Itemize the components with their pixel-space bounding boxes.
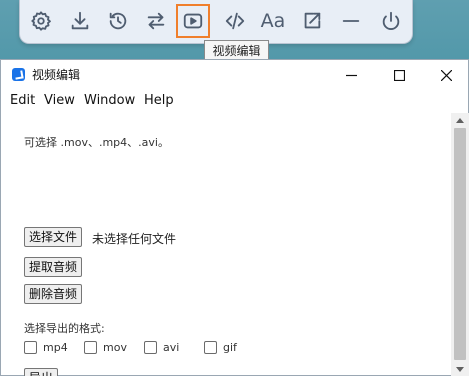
menu-window[interactable]: Window (84, 93, 135, 108)
font-icon-label: Aa (260, 10, 286, 32)
vertical-scrollbar[interactable] (451, 113, 469, 376)
checkbox[interactable] (84, 340, 97, 354)
maximize-button[interactable] (376, 60, 422, 90)
video-editor-window: 视频编辑 Edit View Window Help 可选择 .mov、.mp4… (0, 59, 469, 376)
window-title: 视频编辑 (32, 68, 81, 82)
formats-hint: 可选择 .mov、.mp4、.avi。 (24, 136, 169, 149)
export-format-label: 选择导出的格式: (24, 322, 105, 335)
checkbox-label: mov (103, 340, 127, 354)
checkbox[interactable] (24, 340, 37, 354)
remove-audio-button[interactable]: 删除音频 (24, 284, 83, 304)
scrollbar-thumb[interactable] (454, 128, 466, 360)
minimize-icon (345, 74, 357, 76)
menu-view[interactable]: View (44, 93, 75, 108)
close-icon (440, 69, 452, 81)
history-icon[interactable] (101, 4, 135, 38)
scroll-down-arrow-icon[interactable] (451, 362, 469, 376)
gear-icon[interactable] (24, 4, 58, 38)
scroll-up-arrow-icon[interactable] (451, 113, 469, 127)
menu-bar: Edit View Window Help (1, 91, 468, 113)
checkbox-label: gif (223, 340, 237, 354)
swap-arrows-icon[interactable] (139, 4, 173, 38)
font-icon[interactable]: Aa (256, 4, 290, 38)
minus-icon[interactable] (334, 4, 368, 38)
extract-audio-button[interactable]: 提取音频 (24, 257, 83, 277)
export-button[interactable]: 导出 (24, 368, 59, 376)
format-option-mov[interactable]: mov (84, 339, 127, 355)
floating-toolbar: Aa (19, 0, 413, 44)
menu-help[interactable]: Help (144, 93, 174, 108)
choose-file-button[interactable]: 选择文件 (24, 227, 83, 247)
code-icon[interactable] (218, 4, 252, 38)
close-button[interactable] (423, 60, 469, 90)
share-icon[interactable] (295, 4, 329, 38)
play-video-icon[interactable] (176, 4, 210, 38)
checkbox[interactable] (144, 340, 157, 354)
maximize-icon (393, 69, 405, 81)
format-option-avi[interactable]: avi (144, 339, 179, 355)
format-option-mp4[interactable]: mp4 (24, 339, 68, 355)
checkbox-label: avi (163, 340, 180, 354)
download-icon[interactable] (63, 4, 97, 38)
title-bar[interactable]: 视频编辑 (1, 60, 468, 90)
minimize-button[interactable] (328, 60, 374, 90)
content-area: 可选择 .mov、.mp4、.avi。 选择文件 未选择任何文件 提取音频 删除… (1, 113, 450, 376)
format-option-gif[interactable]: gif (204, 339, 237, 355)
power-icon[interactable] (374, 4, 408, 38)
menu-edit[interactable]: Edit (10, 93, 35, 108)
checkbox[interactable] (204, 340, 217, 354)
app-icon (12, 68, 25, 81)
checkbox-label: mp4 (43, 340, 68, 354)
no-file-text: 未选择任何文件 (92, 232, 177, 246)
